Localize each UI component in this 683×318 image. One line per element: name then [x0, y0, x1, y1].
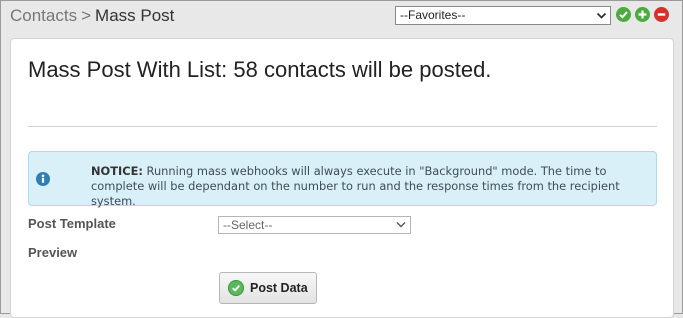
- post-template-select[interactable]: --Select--: [218, 216, 411, 234]
- remove-favorite-button[interactable]: [654, 7, 669, 22]
- mass-post-panel: Mass Post With List: 58 contacts will be…: [10, 38, 674, 318]
- minus-icon: [657, 13, 666, 16]
- preview-label: Preview: [28, 245, 78, 260]
- breadcrumb-contacts[interactable]: Contacts: [10, 6, 77, 25]
- chevron-down-icon: [396, 222, 406, 228]
- post-data-label: Post Data: [250, 281, 308, 295]
- plus-icon: [638, 10, 647, 19]
- breadcrumb-separator: >: [81, 6, 92, 25]
- breadcrumb: Contacts > Mass Post: [10, 6, 174, 26]
- confirm-favorite-button[interactable]: [616, 7, 631, 22]
- notice-message: Running mass webhooks will always execut…: [91, 164, 620, 208]
- favorites-select-value: --Favorites--: [400, 8, 466, 22]
- breadcrumb-current: Mass Post: [95, 6, 175, 25]
- app-window: Contacts > Mass Post --Favorites-- Mass Po…: [0, 0, 683, 318]
- top-bar: Contacts > Mass Post --Favorites--: [1, 1, 682, 31]
- notice-alert: NOTICE: Running mass webhooks will alway…: [28, 151, 657, 209]
- post-template-value: --Select--: [223, 218, 273, 232]
- favorites-select[interactable]: --Favorites--: [395, 6, 611, 25]
- notice-text: NOTICE: Running mass webhooks will alway…: [91, 164, 651, 209]
- add-favorite-button[interactable]: [635, 7, 650, 22]
- notice-label: NOTICE:: [91, 164, 143, 178]
- page-title: Mass Post With List: 58 contacts will be…: [28, 57, 492, 82]
- check-circle-icon: [228, 280, 244, 296]
- check-icon: [619, 11, 628, 19]
- divider: [28, 126, 657, 127]
- post-data-button[interactable]: Post Data: [219, 272, 317, 304]
- post-template-label: Post Template: [28, 216, 116, 231]
- chevron-down-icon: [596, 12, 607, 19]
- info-icon: [36, 172, 50, 186]
